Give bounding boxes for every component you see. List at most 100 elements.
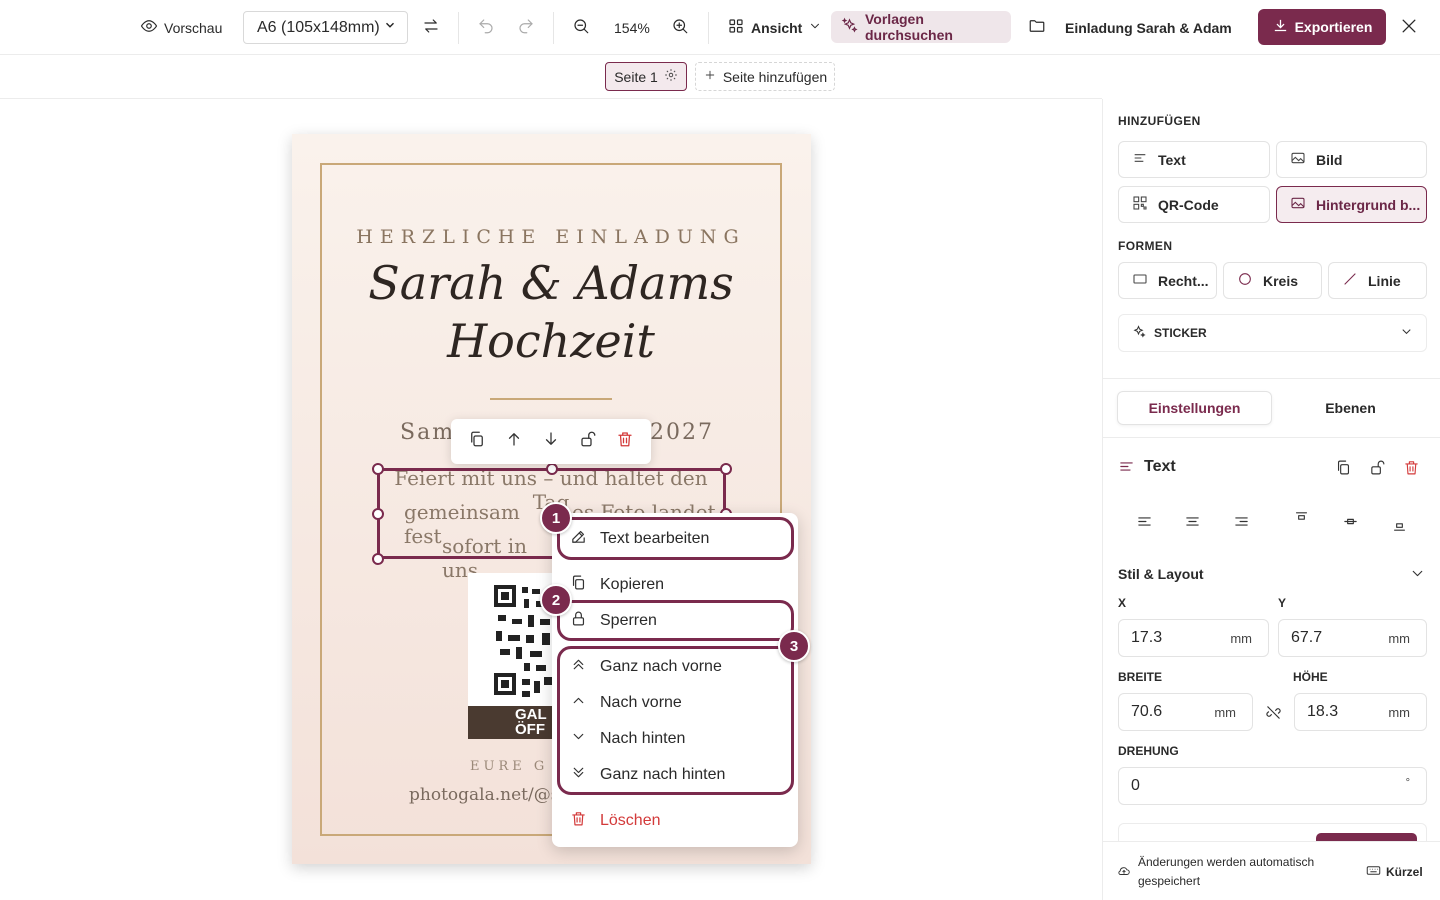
resize-handle-top[interactable]	[546, 463, 558, 475]
zoom-out-button[interactable]	[572, 0, 590, 55]
shapes-section-title: FORMEN	[1118, 239, 1173, 253]
rotation-input[interactable]: 0 °	[1118, 767, 1427, 805]
y-value: 67.7	[1291, 629, 1323, 646]
trash-icon[interactable]	[1403, 459, 1420, 481]
resize-handle-left[interactable]	[372, 508, 384, 520]
card-divider-line[interactable]	[490, 398, 612, 400]
add-page-label: Seite hinzufügen	[722, 68, 828, 85]
arrow-down-icon[interactable]	[542, 430, 560, 453]
add-line-button[interactable]: Linie	[1328, 262, 1427, 299]
card-date-end[interactable]: 2027	[650, 420, 720, 445]
menu-item-label: Text bearbeiten	[600, 530, 710, 547]
preview-button[interactable]: Vorschau	[140, 0, 222, 55]
swap-icon	[422, 17, 440, 38]
add-text-label: Text	[1158, 151, 1186, 168]
divider	[553, 12, 554, 44]
export-button[interactable]: Exportieren	[1258, 9, 1386, 45]
width-value: 70.6	[1131, 703, 1163, 720]
undo-button[interactable]	[477, 0, 495, 55]
menu-item-label: Ganz nach vorne	[600, 658, 722, 675]
card-gallery-url[interactable]: photogala.net/@sar	[409, 785, 578, 805]
menu-item-edit-text[interactable]: Text bearbeiten	[570, 528, 709, 550]
add-rectangle-label: Recht...	[1158, 272, 1209, 289]
plus-icon	[703, 68, 717, 85]
align-top-icon[interactable]	[1293, 510, 1310, 532]
duplicate-icon[interactable]	[1335, 459, 1352, 481]
y-input[interactable]: 67.7 mm	[1278, 619, 1427, 657]
align-middle-icon[interactable]	[1342, 513, 1359, 535]
add-background-label: Hintergrund b...	[1316, 196, 1421, 213]
add-rectangle-button[interactable]: Recht...	[1118, 262, 1217, 299]
card-gallery-caption[interactable]: EURE G	[470, 759, 560, 774]
align-bottom-icon[interactable]	[1391, 516, 1408, 538]
arrow-up-icon[interactable]	[505, 430, 523, 453]
resize-handle-top-left[interactable]	[372, 463, 384, 475]
duplicate-icon[interactable]	[468, 430, 486, 453]
rotation-value: 0	[1131, 777, 1140, 794]
menu-item-copy[interactable]: Kopieren	[570, 574, 664, 596]
align-right-icon[interactable]	[1233, 513, 1250, 535]
add-background-button[interactable]: Hintergrund b...	[1276, 186, 1427, 223]
menu-item-label: Löschen	[600, 812, 661, 829]
add-qr-code-button[interactable]: QR-Code	[1118, 186, 1270, 223]
trash-icon[interactable]	[616, 430, 634, 453]
menu-item-send-to-back[interactable]: Ganz nach hinten	[570, 764, 725, 786]
sticker-section-toggle[interactable]: STICKER	[1118, 314, 1427, 352]
divider	[458, 12, 459, 44]
add-qr-label: QR-Code	[1158, 196, 1219, 213]
unlock-icon[interactable]	[1369, 459, 1386, 481]
card-invite-heading[interactable]: HERZLICHE EINLADUNG	[320, 226, 782, 248]
format-select[interactable]: A6 (105x148mm)	[243, 11, 408, 44]
top-toolbar: Vorschau A6 (105x148mm) 154% Ansicht Vor…	[0, 0, 1440, 55]
shortcuts-button[interactable]: Kürzel	[1366, 863, 1423, 881]
add-line-label: Linie	[1368, 272, 1401, 289]
style-layout-title[interactable]: Stil & Layout	[1118, 566, 1204, 582]
resize-handle-top-right[interactable]	[720, 463, 732, 475]
page-tab-1[interactable]: Seite 1	[605, 62, 687, 91]
resize-handle-bottom-left[interactable]	[372, 553, 384, 565]
redo-button[interactable]	[517, 0, 535, 55]
height-value: 18.3	[1307, 703, 1339, 720]
chevron-up-icon	[570, 692, 587, 714]
menu-item-delete[interactable]: Löschen	[570, 810, 661, 832]
menu-item-bring-forward[interactable]: Nach vorne	[570, 692, 682, 714]
open-project-button[interactable]	[1028, 0, 1046, 55]
folder-icon	[1028, 17, 1046, 38]
add-image-button[interactable]: Bild	[1276, 141, 1427, 178]
browse-templates-button[interactable]: Vorlagen durchsuchen	[831, 11, 1011, 43]
card-wedding-title[interactable]: Hochzeit	[320, 314, 782, 368]
unlock-icon[interactable]	[579, 430, 597, 453]
text-lines-icon	[1118, 458, 1135, 480]
gear-icon[interactable]	[664, 68, 678, 85]
menu-item-lock[interactable]: Sperren	[570, 610, 657, 632]
rotation-unit: °	[1405, 777, 1410, 789]
x-input[interactable]: 17.3 mm	[1118, 619, 1269, 657]
unlink-aspect-ratio-icon[interactable]	[1265, 704, 1282, 726]
zoom-out-icon	[572, 17, 590, 38]
view-menu-button[interactable]: Ansicht	[727, 0, 822, 55]
close-button[interactable]	[1399, 0, 1419, 55]
height-input[interactable]: 18.3 mm	[1294, 693, 1427, 731]
tab-layers[interactable]: Ebenen	[1273, 391, 1428, 425]
chevron-down-icon[interactable]	[1409, 565, 1426, 587]
swap-orientation-button[interactable]	[422, 0, 440, 55]
export-label: Exportieren	[1294, 19, 1373, 35]
menu-item-send-backward[interactable]: Nach hinten	[570, 728, 685, 750]
card-couple-names[interactable]: Sarah & Adams	[320, 256, 782, 310]
add-page-button[interactable]: Seite hinzufügen	[695, 62, 835, 91]
project-name[interactable]: Einladung Sarah & Adam	[1065, 0, 1232, 55]
menu-item-bring-to-front[interactable]: Ganz nach vorne	[570, 656, 722, 678]
divider	[1103, 378, 1440, 379]
align-center-icon[interactable]	[1184, 513, 1201, 535]
qr-code-icon	[1132, 195, 1148, 214]
add-section-title: HINZUFÜGEN	[1118, 114, 1201, 128]
width-input[interactable]: 70.6 mm	[1118, 693, 1253, 731]
add-circle-button[interactable]: Kreis	[1223, 262, 1322, 299]
zoom-level[interactable]: 154%	[614, 0, 650, 55]
tab-settings[interactable]: Einstellungen	[1117, 391, 1272, 425]
menu-item-label: Kopieren	[600, 576, 665, 593]
menu-item-label: Ganz nach hinten	[600, 766, 726, 783]
zoom-in-button[interactable]	[671, 0, 689, 55]
add-text-button[interactable]: Text	[1118, 141, 1270, 178]
align-left-icon[interactable]	[1136, 513, 1153, 535]
